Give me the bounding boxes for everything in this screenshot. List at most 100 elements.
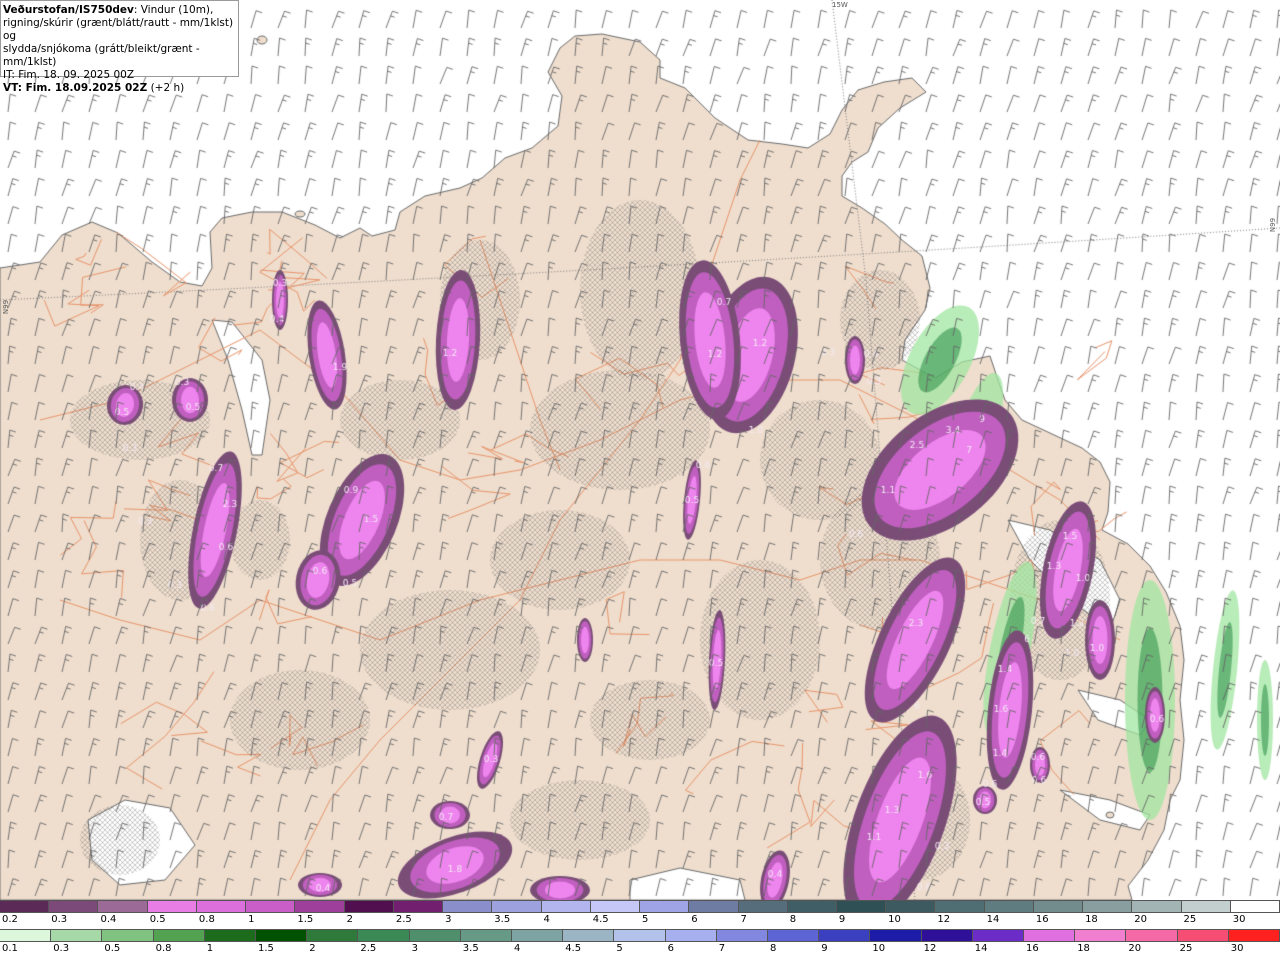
colorbar-swatch — [886, 901, 936, 912]
colorbar-swatch — [393, 901, 444, 912]
colorbar-tick-label: 5 — [616, 943, 623, 954]
colorbar-swatch — [295, 901, 345, 912]
colorbar-swatch — [1075, 930, 1127, 941]
colorbar-tick-label: 0.4 — [100, 914, 117, 925]
rain-colorbar — [0, 929, 1280, 942]
colorbar-swatch — [1230, 901, 1280, 912]
colorbar-tick-label: 10 — [872, 943, 886, 954]
colorbar-swatch — [256, 930, 308, 941]
colorbar-tick-label: 20 — [1128, 943, 1142, 954]
colorbar-tick-label: 3.5 — [462, 943, 479, 954]
colorbar-tick-label: 30 — [1230, 943, 1244, 954]
colorbar-swatch — [204, 930, 257, 941]
colorbar-swatch — [787, 901, 837, 912]
colorbar-tick-label: 2 — [346, 914, 353, 925]
colorbar-tick-label: 18 — [1085, 914, 1098, 925]
weather-map-canvas[interactable] — [0, 0, 1280, 900]
colorbar-tick-label: 0.3 — [51, 914, 68, 925]
colorbar-tick-label: 14 — [974, 943, 988, 954]
snow-colorbar-ticks: 0.2 0.3 0.4 0.5 0.8 1 1.5 2 2.5 3 3.5 4 4.5 5 6 7 8 9 10 12… — [0, 913, 1280, 929]
colorbar-tick-label: 30 — [1232, 914, 1246, 925]
colorbar-tick-label: 8 — [770, 943, 777, 954]
colorbar-tick-label: 9 — [838, 914, 846, 925]
colorbar-tick-label: 0.2 — [2, 914, 18, 925]
colorbar-tick-label: 6 — [691, 914, 698, 925]
title-rest: : Vindur (10m), — [133, 4, 214, 16]
colorbar-tick-label: 4 — [514, 943, 521, 954]
grid-label-right: N99 — [1269, 218, 1277, 233]
snow-colorbar — [0, 900, 1280, 913]
colorbar-swatch — [1126, 930, 1178, 941]
initial-time: IT: Fim. 18. 09. 2025 00Z — [3, 69, 135, 81]
colorbar-swatch — [1024, 930, 1076, 941]
colorbar-tick-label: 8 — [789, 914, 797, 925]
colorbar-swatch — [935, 901, 985, 912]
colorbar-tick-label: 4 — [543, 914, 550, 925]
colorbar-swatch — [358, 930, 410, 941]
rain-colorbar-ticks: 0.1 0.3 0.5 0.8 1 1.5 2 2.5 3 3.5 4 4.5 5 6 7 8 9 10 12 14 1… — [0, 942, 1280, 958]
colorbar-tick-label: 25 — [1179, 943, 1193, 954]
colorbar-tick-label: 25 — [1183, 914, 1197, 925]
colorbar-swatch — [409, 930, 461, 941]
colorbar-swatch — [512, 930, 564, 941]
colorbar-swatch — [614, 930, 666, 941]
colorbar-swatch — [984, 901, 1034, 912]
colorbar-swatch — [541, 901, 591, 912]
colorbar-tick-label: 1 — [248, 914, 255, 925]
colorbar-swatch — [665, 930, 717, 941]
title-line-2: rigning/skúrir (grænt/blátt/rautt - mm/1… — [3, 17, 234, 42]
colorbar-swatch — [492, 901, 542, 912]
valid-time: VT: Fim. 18.09.2025 02Z — [3, 82, 148, 94]
colorbar-tick-label: 2.5 — [360, 943, 377, 954]
colorbar-swatch — [1083, 901, 1133, 912]
colorbar-swatch — [921, 930, 973, 941]
colorbar-swatch — [147, 901, 197, 912]
colorbar-swatch — [102, 930, 154, 941]
colorbar-tick-label: 5 — [642, 914, 649, 925]
grid-label-left: N99 — [2, 300, 10, 315]
colorbar-swatch — [819, 930, 871, 941]
colorbar-swatch — [0, 901, 50, 912]
colorbar-tick-label: 4.5 — [592, 914, 609, 925]
colorbar-tick-label: 18 — [1077, 943, 1090, 954]
title-line-3: slydda/snjókoma (grátt/bleikt/grænt - mm… — [3, 43, 200, 68]
colorbar-swatch — [640, 901, 690, 912]
colorbar-tick-label: 0.3 — [53, 943, 70, 954]
colorbar-swatch — [768, 930, 820, 941]
colorbar-tick-label: 12 — [937, 914, 951, 925]
colorbar-swatch — [98, 901, 148, 912]
colorbar-tick-label: 1.5 — [258, 943, 274, 954]
colorbar-swatch — [590, 901, 641, 912]
colorbar-swatch — [51, 930, 103, 941]
colorbar-swatch — [1181, 901, 1231, 912]
colorbar-swatch — [689, 901, 739, 912]
forecast-info-box: Veðurstofan/IS750dev: Vindur (10m), rign… — [0, 0, 239, 94]
colorbar-tick-label: 20 — [1134, 914, 1148, 925]
colorbar-swatch — [1033, 901, 1084, 912]
colorbar-tick-label: 14 — [986, 914, 1000, 925]
colorbar-tick-label: 1 — [206, 943, 214, 954]
colorbar-tick-label: 4.5 — [565, 943, 582, 954]
colorbar-swatch — [460, 930, 513, 941]
colorbar-swatch — [716, 930, 769, 941]
colorbar-tick-label: 0.1 — [2, 943, 18, 954]
grid-label-top: 15W — [832, 1, 848, 9]
colorbar-tick-label: 0.5 — [149, 914, 166, 925]
colorbar-swatch — [870, 930, 922, 941]
colorbar-tick-label: 6 — [667, 943, 674, 954]
colorbar-swatch — [0, 930, 52, 941]
colorbar-swatch — [246, 901, 296, 912]
colorbar-tick-label: 0.5 — [104, 943, 121, 954]
colorbar-tick-label: 7 — [718, 943, 726, 954]
colorbar-swatch — [1132, 901, 1182, 912]
colorbar-swatch — [563, 930, 615, 941]
colorbar-tick-label: 10 — [888, 914, 901, 925]
colorbar-tick-label: 0.8 — [198, 914, 215, 925]
colorbar-swatch — [443, 901, 493, 912]
colorbar-tick-label: 16 — [1035, 914, 1049, 925]
colorbar-swatch — [836, 901, 887, 912]
colorbar-tick-label: 3.5 — [494, 914, 511, 925]
colorbar-swatch — [344, 901, 394, 912]
colorbar-swatch — [1228, 930, 1280, 941]
brand-title: Veðurstofan/IS750dev — [3, 4, 134, 16]
